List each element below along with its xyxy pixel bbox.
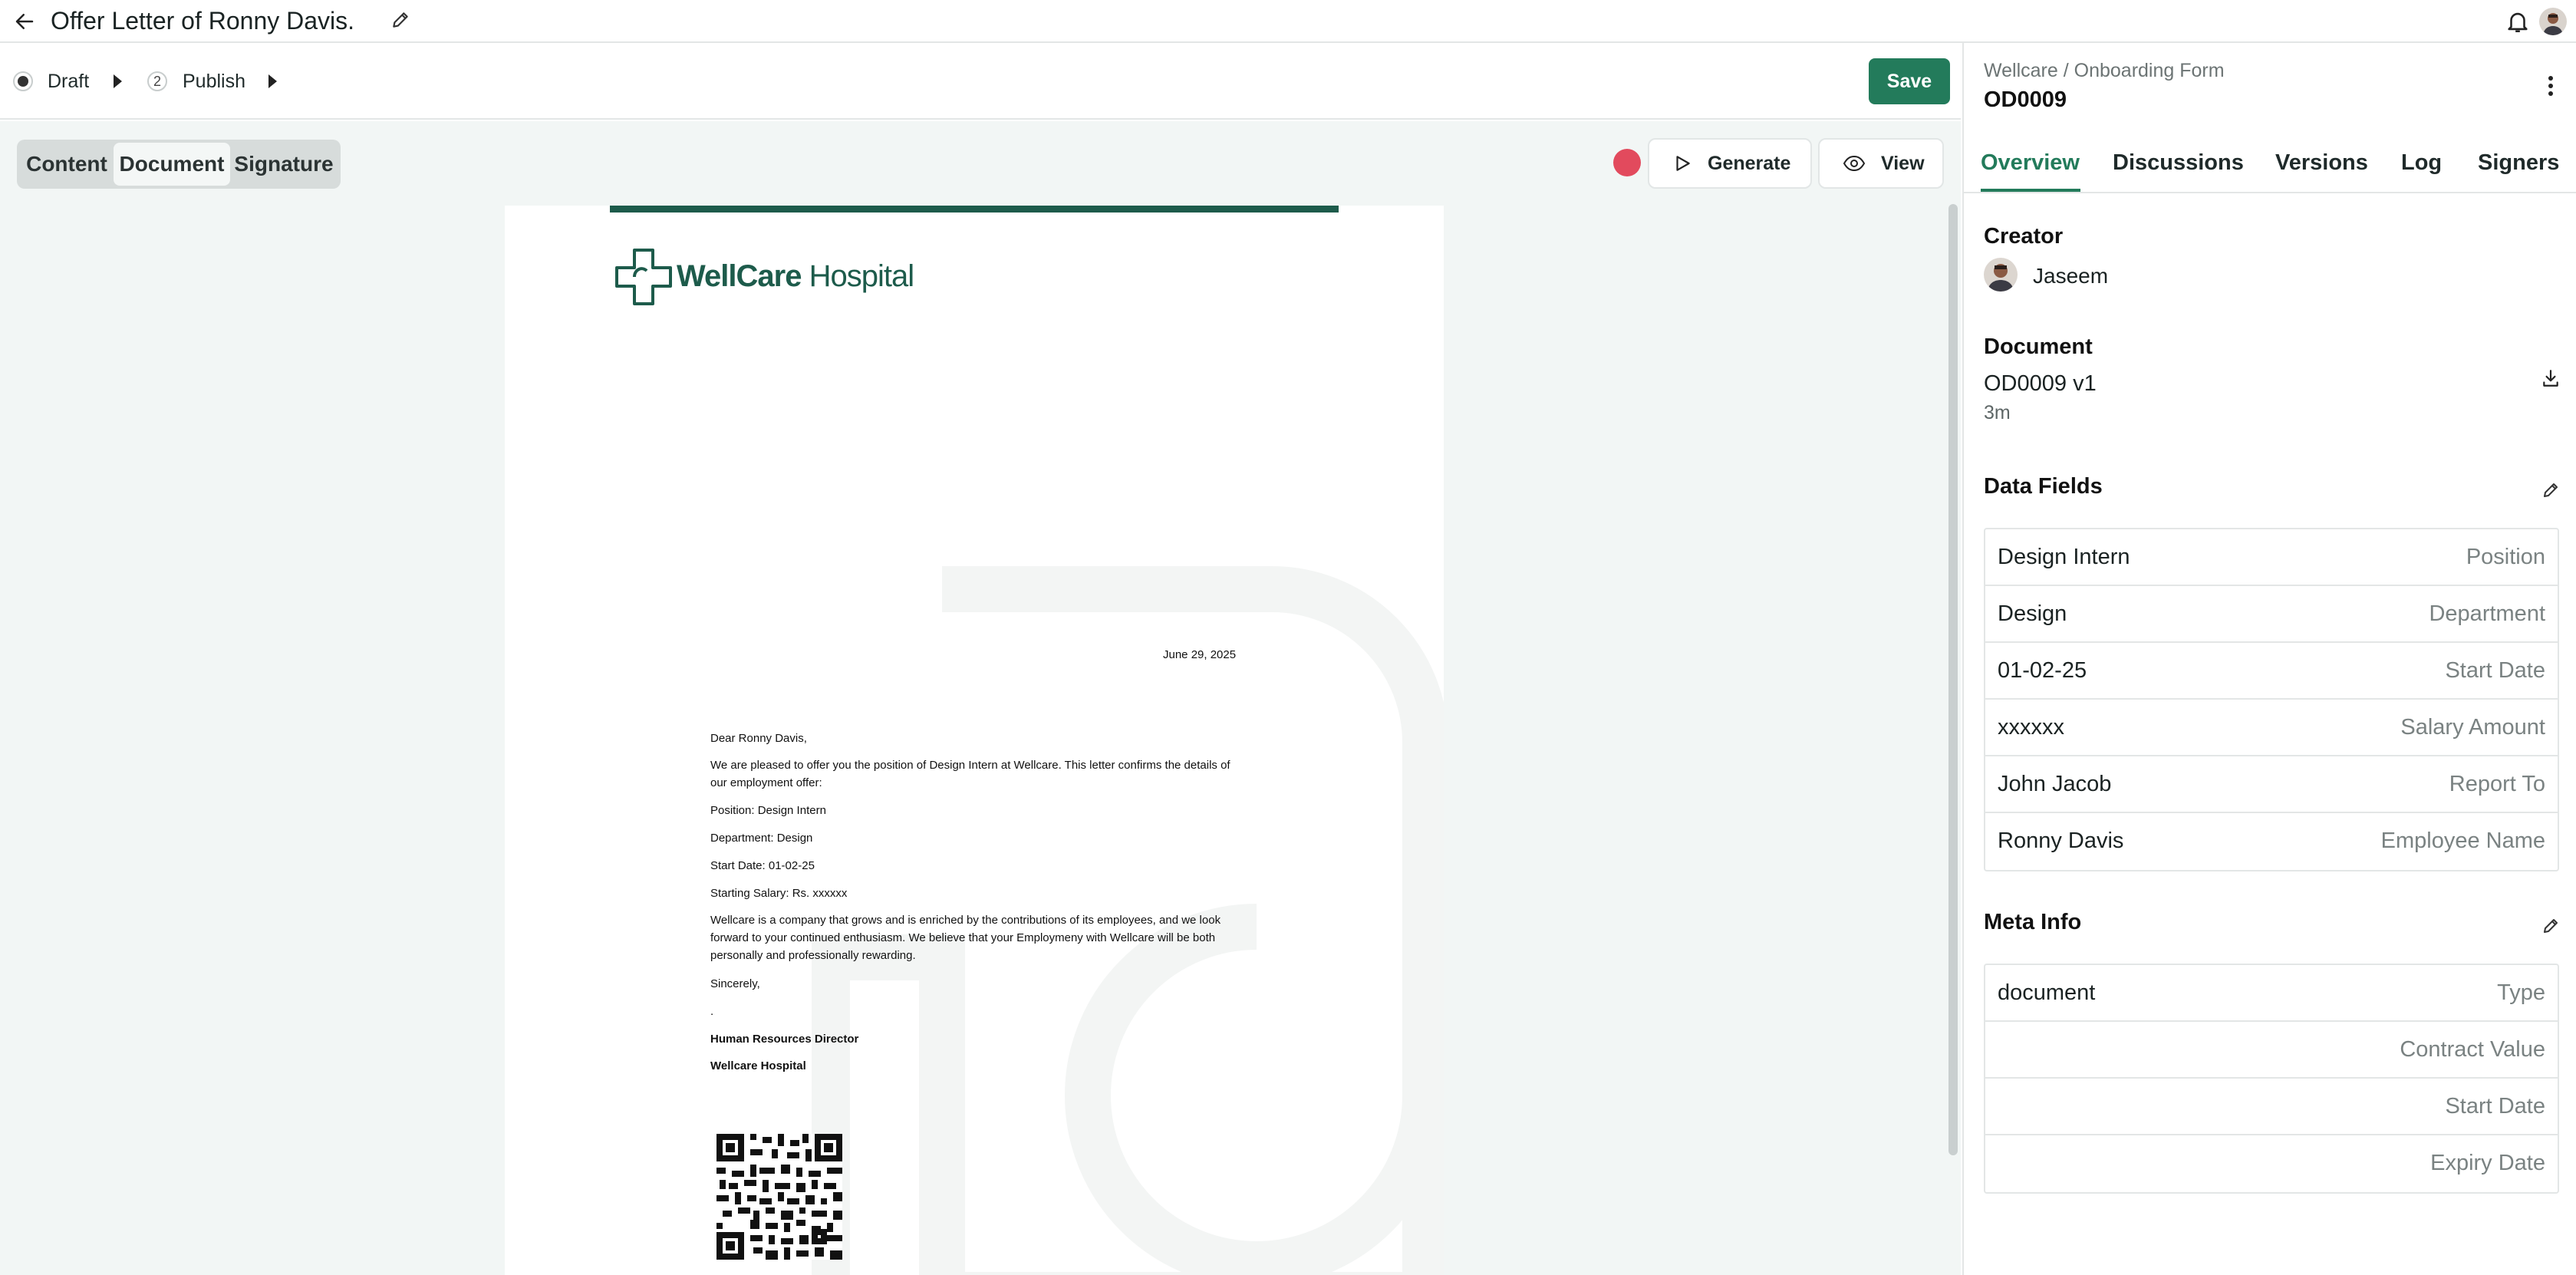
wellcare-logo: WellCare Hospital (614, 247, 921, 308)
table-row[interactable]: Ronny Davis Employee Name (1985, 813, 2558, 870)
tab-log[interactable]: Log (2401, 150, 2442, 176)
letter-signer-org: Wellcare Hospital (710, 1059, 806, 1072)
field-value: Design Intern (1998, 545, 2130, 569)
field-label: Employee Name (2380, 829, 2545, 853)
generate-label: Generate (1708, 152, 1791, 174)
meta-info-heading: Meta Info (1984, 910, 2082, 934)
tab-overview[interactable]: Overview (1981, 150, 2080, 176)
active-tab-indicator (1981, 189, 2080, 192)
pencil-icon[interactable] (2538, 477, 2564, 503)
letter-signer-title: Human Resources Director (710, 1033, 859, 1046)
record-indicator[interactable] (1613, 149, 1641, 176)
letter-salary: Starting Salary: Rs. xxxxxx (710, 887, 848, 900)
details-panel: Wellcare / Onboarding Form OD0009 Overvi… (1962, 43, 2576, 1275)
workflow-bar: Draft 2 Publish Save (0, 43, 1961, 120)
view-label: View (1881, 152, 1925, 174)
field-value: 01-02-25 (1998, 658, 2087, 683)
table-row[interactable]: 01-02-25 Start Date (1985, 643, 2558, 700)
play-icon (1672, 153, 1692, 173)
letter-date: June 29, 2025 (1163, 648, 1237, 661)
pencil-icon[interactable] (2538, 913, 2564, 939)
step-draft-label[interactable]: Draft (48, 71, 89, 93)
letter-intro: We are pleased to offer you the position… (710, 759, 1230, 789)
table-row[interactable]: Contract Value (1985, 1022, 2558, 1079)
logo-text-bold: WellCare (677, 259, 802, 293)
letter-greeting: Dear Ronny Davis, (710, 732, 807, 745)
table-row[interactable]: Design Department (1985, 586, 2558, 643)
back-arrow-icon[interactable] (11, 8, 38, 35)
eye-icon (1843, 154, 1866, 173)
table-row[interactable]: Start Date (1985, 1079, 2558, 1135)
letter-body: Wellcare is a company that grows and is … (710, 914, 1221, 962)
view-button[interactable]: View (1818, 138, 1944, 189)
field-label: Position (2466, 545, 2545, 569)
generate-button[interactable]: Generate (1648, 138, 1812, 189)
letterhead-bar (610, 206, 1339, 212)
letter-page: WellCare Hospital June 29, 2025 Dear Ron… (505, 206, 1444, 1275)
pencil-icon[interactable] (388, 8, 413, 32)
tab-discussions[interactable]: Discussions (2113, 150, 2244, 176)
top-bar: Offer Letter of Ronny Davis. (0, 0, 2576, 43)
save-button[interactable]: Save (1869, 58, 1950, 104)
field-label: Start Date (2445, 658, 2545, 683)
field-value: xxxxxx (1998, 715, 2064, 740)
letter-signature-mark: . (710, 1005, 714, 1018)
document-heading: Document (1984, 334, 2093, 359)
meta-info-table: document Type Contract Value Start Date E… (1984, 964, 2559, 1194)
field-value: Ronny Davis (1998, 829, 2124, 853)
scrollbar[interactable] (1948, 204, 1958, 1155)
letter-closing: Sincerely, (710, 977, 760, 990)
table-row[interactable]: Design Intern Position (1985, 529, 2558, 586)
field-value: John Jacob (1998, 772, 2112, 796)
logo-text-light: Hospital (801, 259, 915, 293)
letter-position: Position: Design Intern (710, 804, 826, 817)
bell-icon[interactable] (2502, 6, 2533, 37)
table-row[interactable]: John Jacob Report To (1985, 756, 2558, 813)
download-icon[interactable] (2538, 365, 2564, 391)
field-label: Expiry Date (2430, 1151, 2545, 1175)
field-value: Design (1998, 601, 2067, 626)
table-row[interactable]: document Type (1985, 965, 2558, 1022)
table-row[interactable]: Expiry Date (1985, 1135, 2558, 1192)
document-age: 3m (1984, 402, 2011, 423)
document-version[interactable]: OD0009 v1 (1984, 371, 2097, 397)
field-label: Contract Value (2400, 1037, 2545, 1062)
caret-right-icon[interactable] (268, 74, 277, 88)
cross-logo-icon (615, 249, 672, 305)
tab-content[interactable]: Content (20, 143, 114, 186)
view-switcher: Content Document Signature (17, 140, 341, 189)
letter-department: Department: Design (710, 832, 813, 845)
field-label: Report To (2449, 772, 2545, 796)
field-label: Salary Amount (2400, 715, 2545, 740)
data-fields-table: Design Intern Position Design Department 0… (1984, 528, 2559, 871)
document-code: OD0009 (1984, 87, 2067, 112)
step-publish-number: 2 (147, 71, 167, 91)
step-publish-label[interactable]: Publish (183, 71, 245, 93)
step-draft-indicator (13, 71, 33, 91)
tab-signature[interactable]: Signature (230, 143, 338, 186)
field-value: document (1998, 980, 2096, 1005)
creator-heading: Creator (1984, 224, 2064, 249)
creator-name: Jaseem (2033, 264, 2109, 288)
avatar (1984, 258, 2018, 292)
data-fields-heading: Data Fields (1984, 474, 2103, 499)
breadcrumb[interactable]: Wellcare / Onboarding Form (1984, 60, 2225, 82)
field-label: Type (2497, 980, 2545, 1005)
table-row[interactable]: xxxxxx Salary Amount (1985, 700, 2558, 756)
field-label: Department (2429, 601, 2545, 626)
caret-right-icon[interactable] (114, 74, 122, 88)
tab-versions[interactable]: Versions (2275, 150, 2368, 176)
tab-signers[interactable]: Signers (2478, 150, 2559, 176)
kebab-icon[interactable] (2538, 69, 2564, 103)
tab-document[interactable]: Document (114, 143, 230, 186)
panel-tabs: Overview Discussions Versions Log Signer… (1964, 146, 2576, 193)
letter-start-date: Start Date: 01-02-25 (710, 859, 815, 872)
avatar[interactable] (2539, 8, 2567, 35)
qr-code-icon (716, 1134, 842, 1260)
page-title: Offer Letter of Ronny Davis. (51, 7, 355, 35)
document-canvas: Content Document Signature Generate View… (0, 121, 1961, 1275)
field-label: Start Date (2445, 1094, 2545, 1119)
